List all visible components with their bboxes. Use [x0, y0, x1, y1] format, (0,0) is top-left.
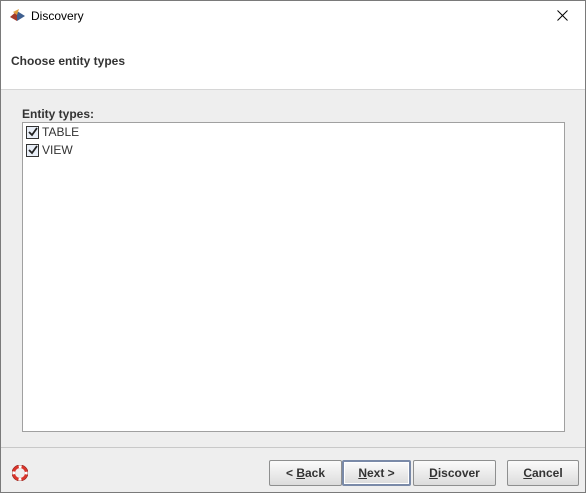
back-button[interactable]: < Back — [269, 460, 342, 486]
table-label: TABLE — [42, 125, 80, 139]
entity-types-label: Entity types: — [22, 107, 95, 121]
close-icon — [556, 9, 568, 24]
window-title: Discovery — [31, 9, 84, 23]
cayenne-icon — [9, 8, 26, 24]
list-item-view[interactable]: VIEW — [26, 142, 73, 158]
title-bar[interactable]: Discovery — [1, 1, 585, 32]
discover-button[interactable]: Discover — [413, 460, 496, 486]
discovery-dialog: Discovery Choose entity types Entity typ… — [0, 0, 586, 493]
view-checkbox[interactable] — [26, 143, 39, 157]
table-checkbox[interactable] — [26, 125, 39, 139]
help-lifebuoy-icon[interactable] — [11, 464, 29, 482]
wizard-header: Choose entity types — [1, 32, 585, 90]
next-button[interactable]: Next > — [342, 460, 411, 486]
checkmark-icon — [27, 145, 38, 155]
entity-types-list[interactable]: TABLE VIEW — [22, 122, 565, 432]
list-item-table[interactable]: TABLE — [26, 124, 79, 140]
close-button[interactable] — [539, 1, 585, 32]
view-label: VIEW — [42, 143, 73, 157]
cancel-button[interactable]: Cancel — [507, 460, 579, 486]
page-title: Choose entity types — [11, 54, 126, 68]
wizard-footer: < Back Next > Discover Cancel — [1, 448, 585, 492]
checkmark-icon — [27, 127, 38, 137]
wizard-content: Entity types: TABLE VIEW — [1, 91, 585, 447]
